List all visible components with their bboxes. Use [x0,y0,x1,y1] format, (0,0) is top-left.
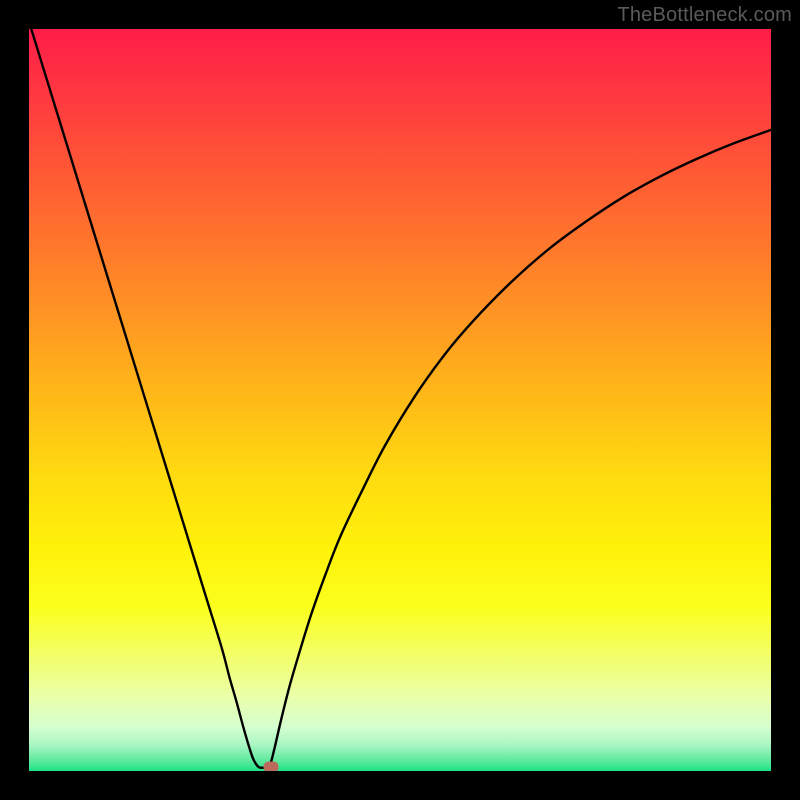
plot-area [29,29,771,771]
background-gradient [29,29,771,771]
optimal-point-marker [263,761,278,771]
attribution-watermark: TheBottleneck.com [617,4,792,27]
stage: TheBottleneck.com [0,0,800,800]
